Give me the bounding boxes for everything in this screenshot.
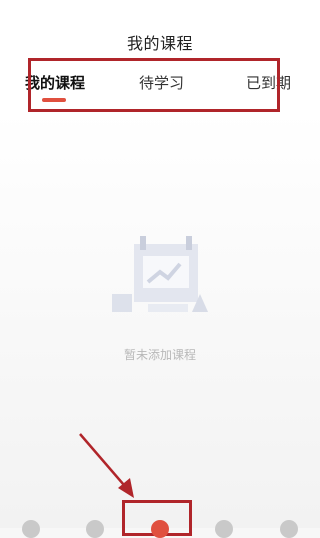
bottom-nav-item-active[interactable] bbox=[151, 520, 169, 538]
bottom-nav-item[interactable] bbox=[215, 520, 233, 538]
page-title: 我的课程 bbox=[126, 34, 193, 53]
annotation-arrow bbox=[79, 433, 134, 498]
annotation-box-tabs bbox=[28, 58, 280, 112]
bottom-nav-item[interactable] bbox=[280, 520, 298, 538]
empty-calendar-chart-icon bbox=[112, 236, 208, 312]
bottom-nav-item[interactable] bbox=[86, 520, 104, 538]
bottom-nav-item[interactable] bbox=[22, 520, 40, 538]
empty-state-message: 暂未添加课程 bbox=[123, 348, 196, 362]
